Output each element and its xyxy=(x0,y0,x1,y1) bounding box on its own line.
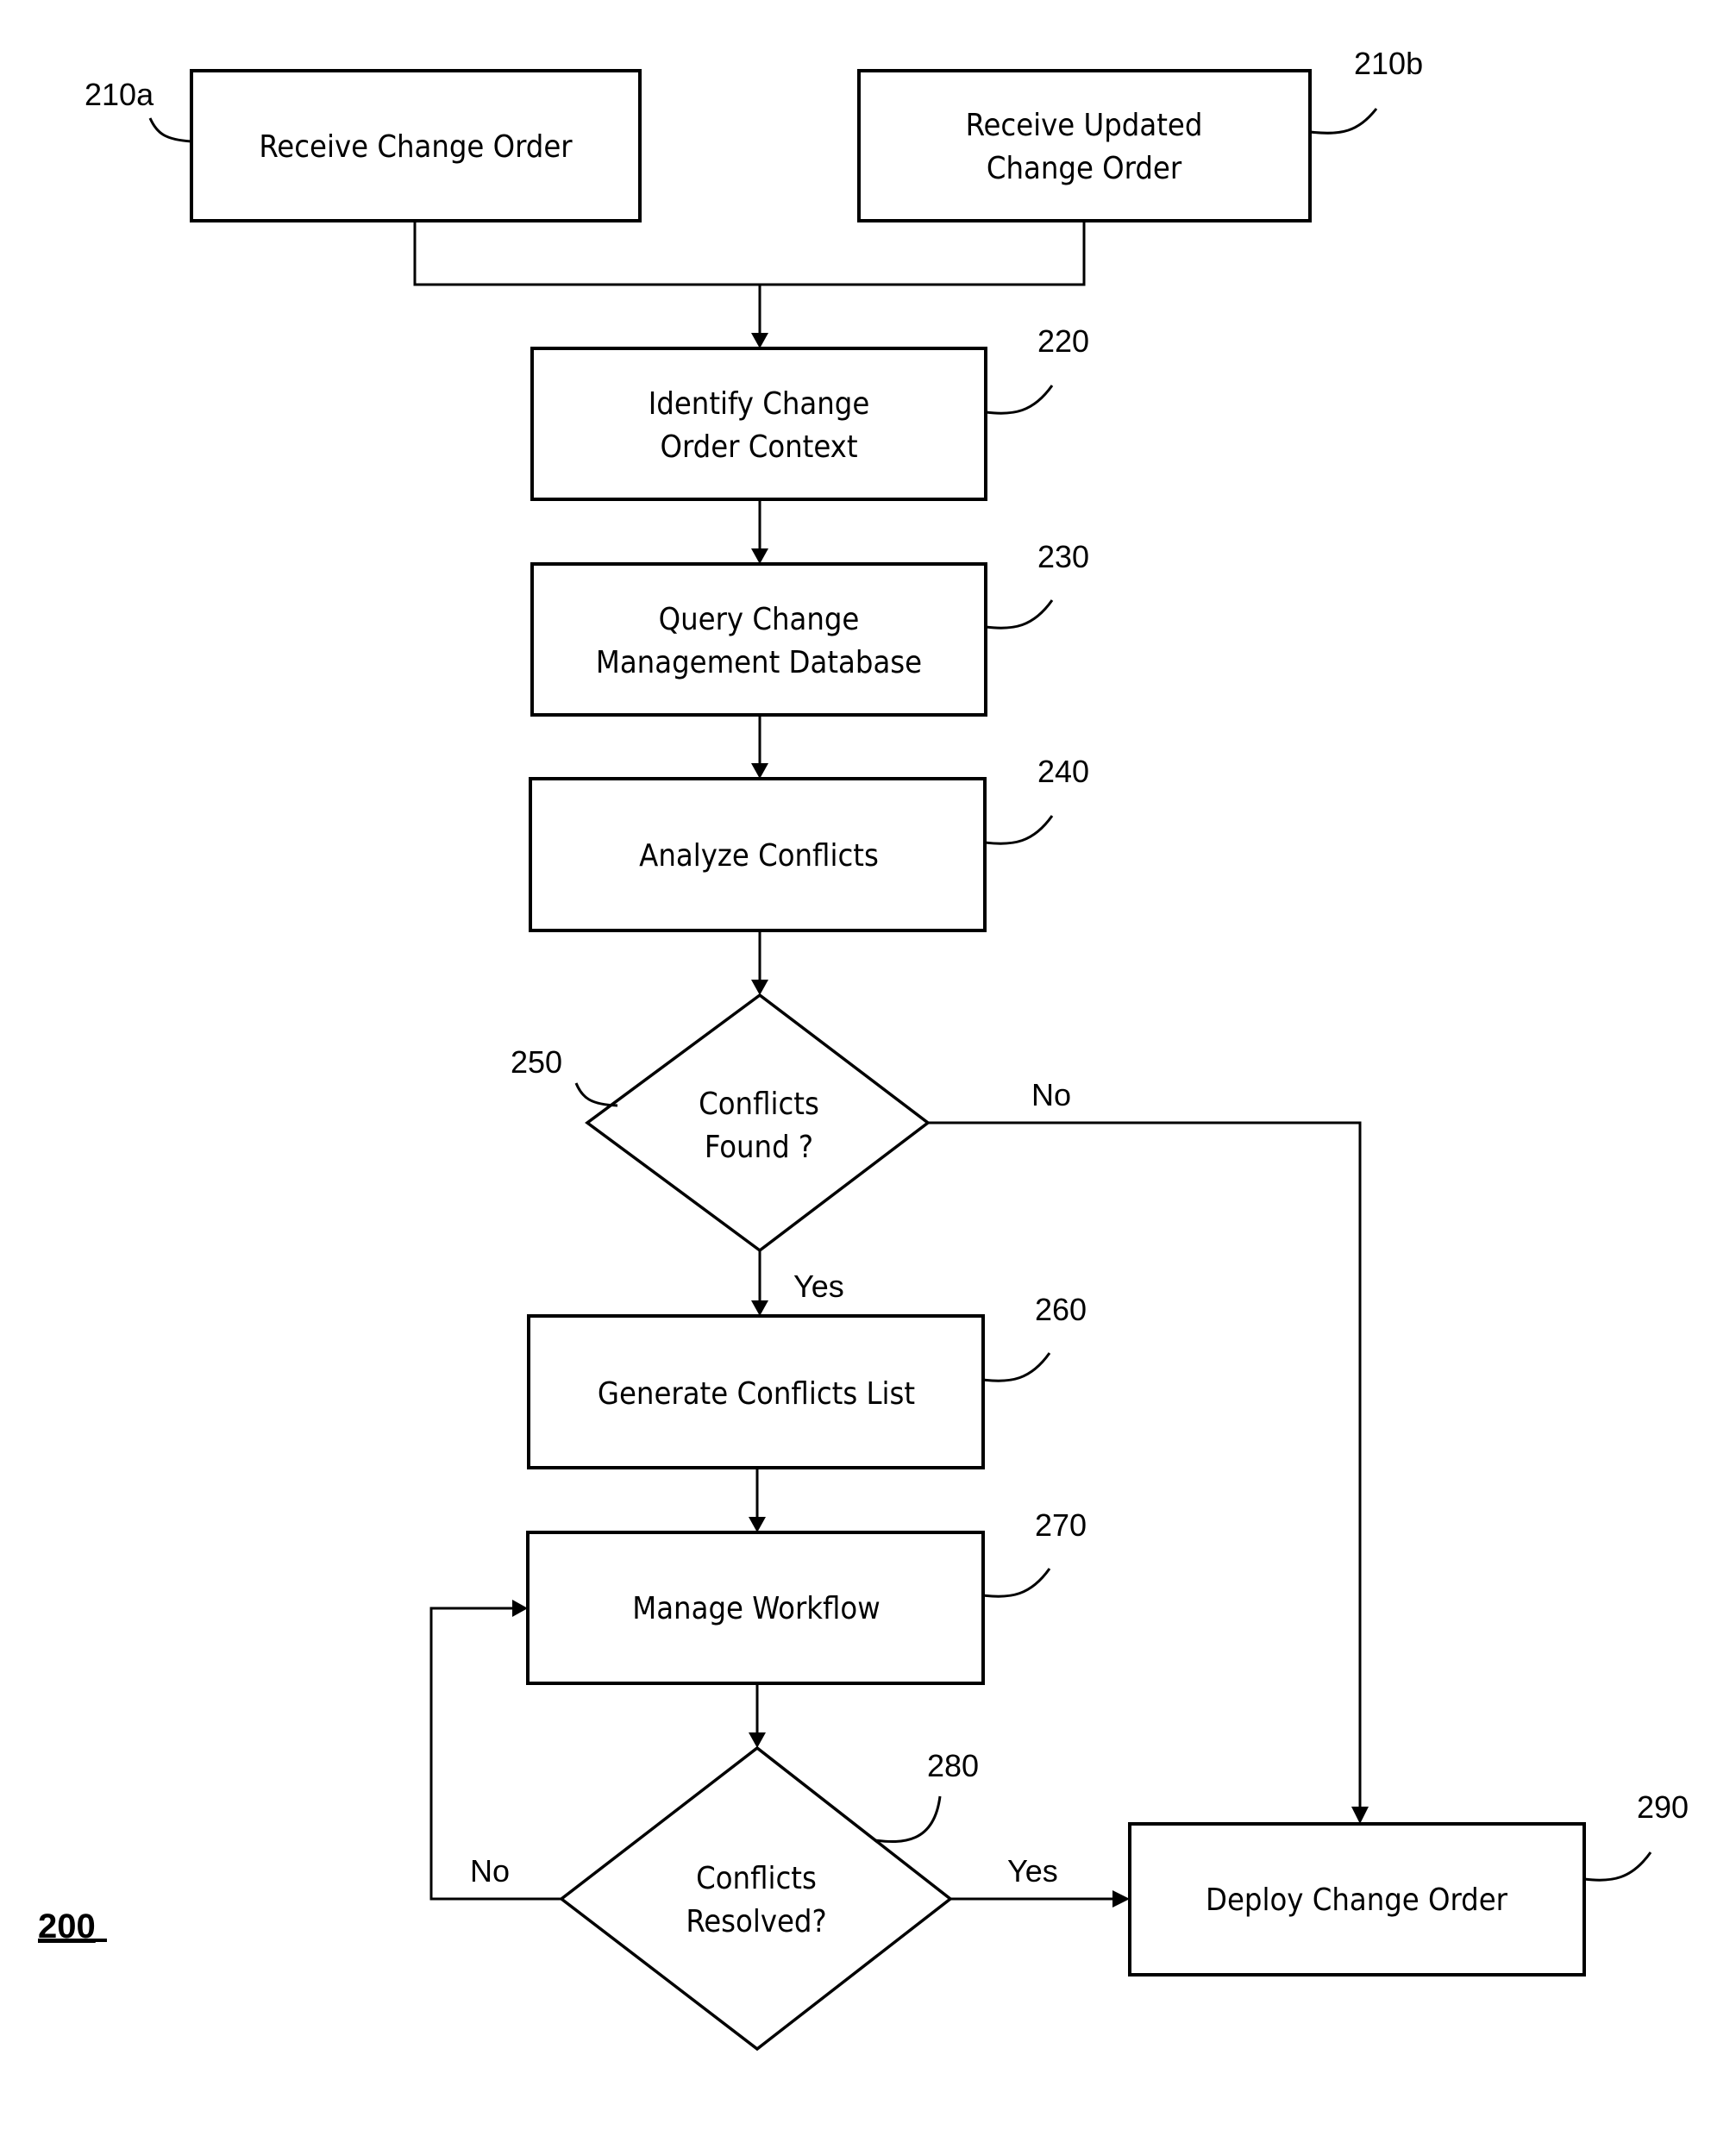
node-280-label-line1: Conflicts xyxy=(696,1861,817,1896)
arrowhead-240 xyxy=(751,763,768,779)
arrowhead-260 xyxy=(751,1300,768,1316)
ref-label-270: 270 xyxy=(1035,1507,1087,1543)
node-250-label-line2: Found ? xyxy=(705,1130,813,1165)
ref-label-230: 230 xyxy=(1037,539,1089,574)
edge-label-280-no: No xyxy=(470,1853,510,1889)
node-220-label-line2: Order Context xyxy=(660,429,857,465)
leader-line-260 xyxy=(982,1352,1051,1382)
node-250-label-line1: Conflicts xyxy=(699,1087,819,1122)
edge-210a-to-220 xyxy=(413,221,1086,286)
node-280-label-line2: Resolved? xyxy=(686,1904,826,1939)
node-240-label: Analyze Conflicts xyxy=(639,838,879,874)
leader-line-220 xyxy=(985,385,1054,415)
leader-line-210a xyxy=(148,117,192,143)
arrowhead-270-left xyxy=(512,1600,528,1617)
arrowhead-280 xyxy=(749,1732,766,1748)
node-230-label-line1: Query Change xyxy=(659,602,860,637)
leader-line-240 xyxy=(984,815,1054,845)
leader-line-270 xyxy=(982,1568,1051,1598)
edge-label-250-no: No xyxy=(1031,1077,1071,1112)
leader-line-230 xyxy=(985,599,1054,630)
node-230: Query Change Management Database xyxy=(530,562,987,717)
decision-diamond-280 xyxy=(559,1745,953,2052)
ref-label-210a: 210a xyxy=(85,77,154,112)
flowchart-figure: Receive Change Order Receive Updated Cha… xyxy=(0,0,1736,2130)
node-270: Manage Workflow xyxy=(526,1531,985,1685)
node-230-label-line2: Management Database xyxy=(596,645,922,680)
arrowhead-220 xyxy=(751,333,768,348)
edge-label-250-yes: Yes xyxy=(793,1269,844,1304)
leader-line-210b xyxy=(1309,108,1378,135)
node-270-label: Manage Workflow xyxy=(632,1591,880,1626)
ref-label-290: 290 xyxy=(1637,1789,1689,1825)
ref-label-220: 220 xyxy=(1037,323,1089,359)
ref-label-260: 260 xyxy=(1035,1292,1087,1327)
arrowhead-270 xyxy=(749,1517,766,1532)
arrowhead-290-left xyxy=(1112,1890,1130,1908)
node-210a-label: Receive Change Order xyxy=(259,129,573,165)
node-210b: Receive Updated Change Order xyxy=(857,69,1312,222)
leader-line-290 xyxy=(1583,1851,1652,1882)
process-box-210b xyxy=(857,69,1312,222)
node-280: Conflicts Resolved? xyxy=(559,1745,953,2052)
node-240: Analyze Conflicts xyxy=(529,777,987,932)
node-250: Conflicts Found ? xyxy=(585,993,931,1253)
process-box-220 xyxy=(530,347,987,501)
node-210b-label-line2: Change Order xyxy=(987,151,1182,186)
decision-diamond-250 xyxy=(585,993,931,1253)
node-220: Identify Change Order Context xyxy=(530,347,987,501)
ref-label-250: 250 xyxy=(511,1044,562,1080)
arrowhead-290-top xyxy=(1351,1807,1369,1824)
node-260-label: Generate Conflicts List xyxy=(598,1376,915,1412)
node-290: Deploy Change Order xyxy=(1128,1822,1586,1977)
process-box-230 xyxy=(530,562,987,717)
arrowhead-230 xyxy=(751,548,768,564)
ref-label-280: 280 xyxy=(927,1748,979,1783)
node-290-label: Deploy Change Order xyxy=(1206,1883,1508,1918)
node-260: Generate Conflicts List xyxy=(527,1314,985,1469)
node-210b-label-line1: Receive Updated xyxy=(966,108,1203,143)
leader-line-280 xyxy=(874,1795,942,1843)
flowchart-svg: Receive Change Order Receive Updated Cha… xyxy=(38,46,1689,2052)
leader-line-250 xyxy=(574,1082,618,1107)
node-220-label-line1: Identify Change xyxy=(649,386,870,422)
node-210a: Receive Change Order xyxy=(190,69,642,222)
edge-250-no-to-290 xyxy=(928,1121,1362,1808)
ref-label-240: 240 xyxy=(1037,754,1089,789)
arrowhead-250 xyxy=(751,980,768,995)
ref-label-210b: 210b xyxy=(1354,46,1423,81)
edge-label-280-yes: Yes xyxy=(1007,1853,1058,1889)
